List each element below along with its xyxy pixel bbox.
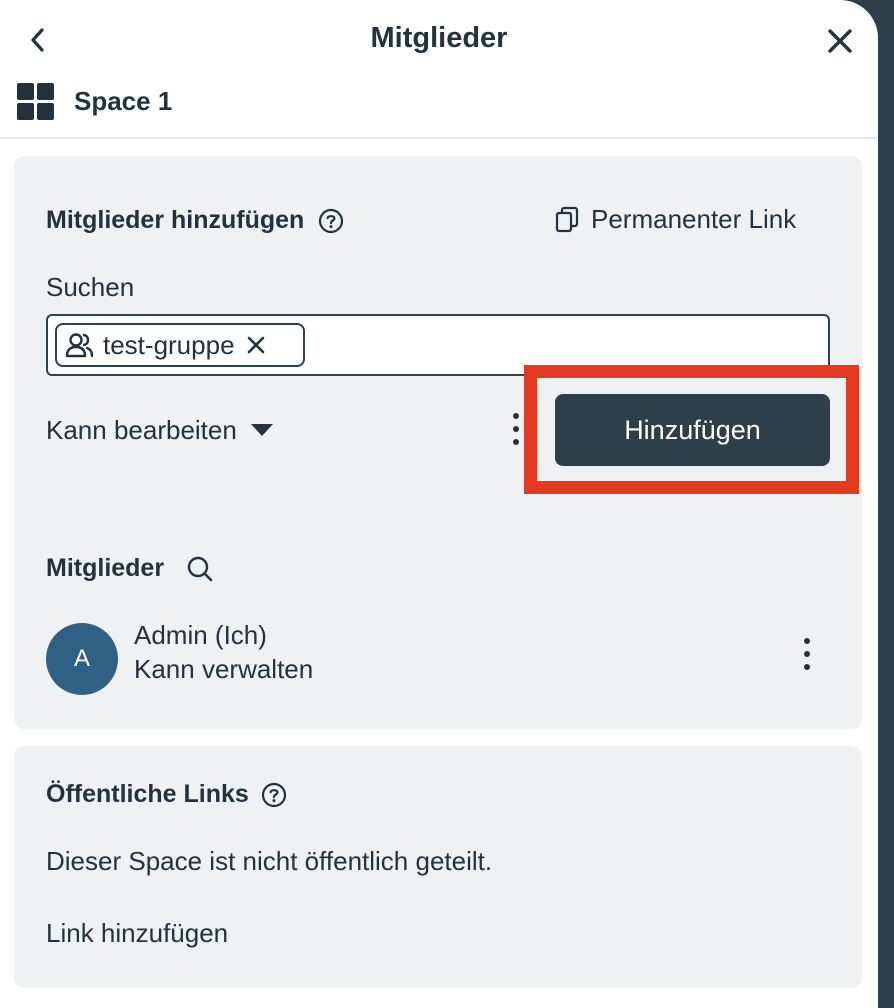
kebab-dot (804, 638, 810, 644)
kebab-dot (513, 426, 519, 432)
chip-label: test-gruppe (103, 329, 235, 360)
members-card: Mitglieder hinzufügen Permanenter Link S… (14, 156, 862, 729)
caret-down-icon (250, 424, 273, 436)
kebab-dot (804, 664, 810, 670)
add-members-title: Mitglieder hinzufügen (46, 206, 305, 234)
space-name: Space 1 (74, 85, 173, 116)
members-heading: Mitglieder (46, 554, 214, 583)
add-members-heading: Mitglieder hinzufügen (46, 206, 344, 235)
kebab-dot (513, 413, 519, 419)
public-links-description: Dieser Space ist nicht öffentlich geteil… (46, 846, 493, 876)
header-divider (0, 137, 878, 139)
add-button[interactable]: Hinzufügen (555, 394, 830, 466)
kebab-dot (804, 651, 810, 657)
close-button[interactable] (822, 24, 858, 58)
grid-icon (17, 82, 54, 120)
close-icon (247, 336, 264, 354)
member-name: Admin (Ich) (134, 620, 267, 650)
search-label: Suchen (46, 272, 135, 302)
members-title: Mitglieder (46, 554, 165, 582)
public-links-card: Öffentliche Links Dieser Space ist nicht… (14, 746, 862, 988)
group-icon (65, 333, 94, 358)
permission-selected: Kann bearbeiten (46, 414, 237, 445)
members-panel: Mitglieder Space 1 Mitglieder hinzufügen (0, 0, 878, 1008)
permanent-link-label: Permanenter Link (591, 204, 797, 234)
public-links-title: Öffentliche Links (46, 780, 249, 808)
search-input[interactable]: test-gruppe (46, 314, 830, 376)
member-role: Kann verwalten (134, 654, 314, 684)
help-icon[interactable] (318, 208, 344, 234)
public-links-heading: Öffentliche Links (46, 780, 287, 809)
permanent-link-button[interactable]: Permanenter Link (555, 204, 796, 235)
more-options-button[interactable] (509, 413, 523, 445)
space-row: Space 1 (17, 82, 172, 120)
page-title: Mitglieder (370, 22, 508, 54)
member-options-button[interactable] (800, 638, 814, 670)
kebab-dot (513, 439, 519, 445)
help-icon[interactable] (261, 782, 287, 808)
add-link-button[interactable]: Link hinzufügen (46, 918, 228, 949)
permission-dropdown[interactable]: Kann bearbeiten (46, 411, 273, 449)
copy-icon (555, 206, 579, 232)
avatar: A (46, 623, 118, 695)
chip-remove-button[interactable] (245, 334, 267, 356)
panel-header: Mitglieder (0, 0, 878, 80)
selected-chip[interactable]: test-gruppe (55, 323, 305, 367)
close-icon (828, 29, 852, 53)
search-icon[interactable] (186, 555, 214, 583)
